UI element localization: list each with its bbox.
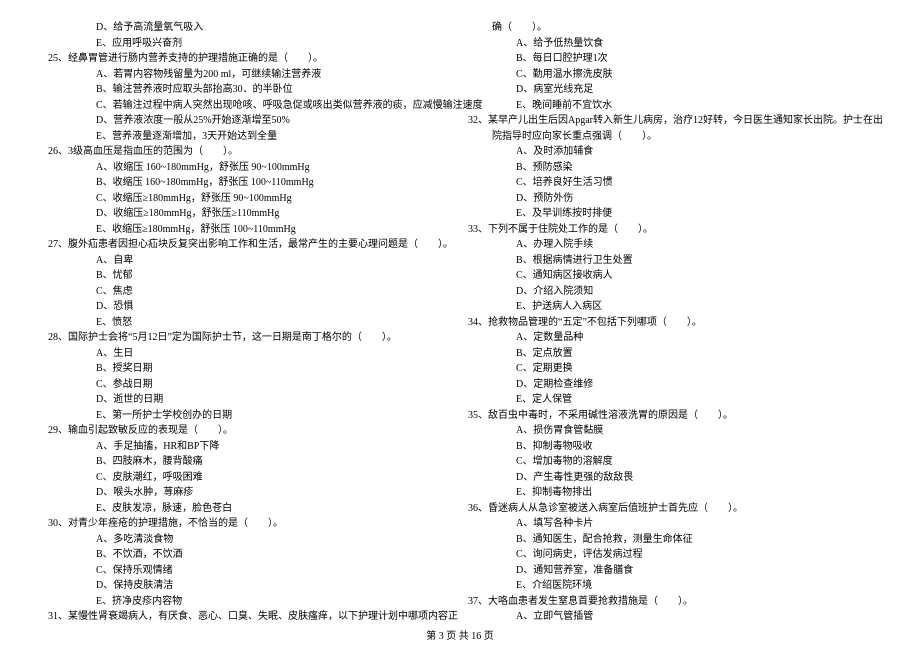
question-line: 31、某慢性肾衰竭病人，有厌食、恶心、口臭、失眠、皮肤瘙痒，以下护理计划中哪项内… [48, 609, 452, 625]
option-line: B、通知医生，配合抢救，测量生命体征 [468, 532, 872, 548]
option-line: E、挤净皮疹内容物 [48, 594, 452, 610]
page-footer: 第 3 页 共 16 页 [0, 627, 920, 642]
option-line: A、立即气管插管 [468, 609, 872, 625]
option-line: C、收缩压≥180mmHg，舒张压 90~100mmHg [48, 191, 452, 207]
option-line: D、预防外伤 [468, 191, 872, 207]
question-line: 30、对青少年痤疮的护理措施，不恰当的是（ ）。 [48, 516, 452, 532]
option-line: D、喉头水肿，荨麻疹 [48, 485, 452, 501]
option-line: E、抑制毒物排出 [468, 485, 872, 501]
option-line: D、病室光线充足 [468, 82, 872, 98]
option-line: B、收缩压 160~180mmHg，舒张压 100~110mmHg [48, 175, 452, 191]
question-line: 29、输血引起致敏反应的表现是（ ）。 [48, 423, 452, 439]
option-line: A、收缩压 160~180mmHg，舒张压 90~100mmHg [48, 160, 452, 176]
question-line: 36、昏迷病人从急诊室被送入病室后值班护士首先应（ ）。 [468, 501, 872, 517]
option-line: E、及早训练按时排便 [468, 206, 872, 222]
option-line: D、收缩压≥180mmHg，舒张压≥110mmHg [48, 206, 452, 222]
option-line: C、增加毒物的溶解度 [468, 454, 872, 470]
option-line: D、营养液浓度一般从25%开始逐渐增至50% [48, 113, 452, 129]
page-content: D、给予高流量氧气吸入E、应用呼吸兴奋剂25、经鼻胃管进行肠内营养支持的护理措施… [0, 0, 920, 620]
option-line: A、生日 [48, 346, 452, 362]
option-line: A、及时添加辅食 [468, 144, 872, 160]
option-line: B、授奖日期 [48, 361, 452, 377]
option-line: E、营养液量逐渐增加，3天开始达到全量 [48, 129, 452, 145]
question-line: 33、下列不属于住院处工作的是（ ）。 [468, 222, 872, 238]
option-line: A、自卑 [48, 253, 452, 269]
option-line: A、手足抽搐，HR和BP下降 [48, 439, 452, 455]
option-line: C、保持乐观情绪 [48, 563, 452, 579]
option-line: B、抑制毒物吸收 [468, 439, 872, 455]
option-line: A、填写各种卡片 [468, 516, 872, 532]
left-column: D、给予高流量氧气吸入E、应用呼吸兴奋剂25、经鼻胃管进行肠内营养支持的护理措施… [40, 20, 460, 590]
option-line: B、每日口腔护理1次 [468, 51, 872, 67]
option-line: E、皮肤发凉，脉速，脸色苍白 [48, 501, 452, 517]
option-line: B、定点放置 [468, 346, 872, 362]
option-line: C、通知病区接收病人 [468, 268, 872, 284]
question-line: 25、经鼻胃管进行肠内营养支持的护理措施正确的是（ ）。 [48, 51, 452, 67]
option-line: E、收缩压≥180mmHg，舒张压 100~110mmHg [48, 222, 452, 238]
option-line: E、愤怒 [48, 315, 452, 331]
option-line: B、忧郁 [48, 268, 452, 284]
option-line: B、根据病情进行卫生处置 [468, 253, 872, 269]
question-line: 37、大咯血患者发生窒息首要抢救措施是（ ）。 [468, 594, 872, 610]
option-line: D、逝世的日期 [48, 392, 452, 408]
option-line: D、恐惧 [48, 299, 452, 315]
text-line: 院指导时应向家长重点强调（ ）。 [468, 129, 872, 145]
option-line: E、应用呼吸兴奋剂 [48, 36, 452, 52]
question-line: 32、某早产儿出生后因Apgar转入新生儿病房，治疗12好转，今日医生通知家长出… [468, 113, 872, 129]
question-line: 35、敌百虫中毒时，不采用碱性溶液洗胃的原因是（ ）。 [468, 408, 872, 424]
option-line: E、第一所护士学校创办的日期 [48, 408, 452, 424]
option-line: C、焦虑 [48, 284, 452, 300]
option-line: C、询问病史，评估发病过程 [468, 547, 872, 563]
option-line: A、给予低热量饮食 [468, 36, 872, 52]
option-line: D、产生毒性更强的敌敌畏 [468, 470, 872, 486]
question-line: 26、3级高血压是指血压的范围为（ ）。 [48, 144, 452, 160]
option-line: D、定期检查维修 [468, 377, 872, 393]
option-line: D、通知营养室，准备膳食 [468, 563, 872, 579]
option-line: B、预防感染 [468, 160, 872, 176]
option-line: E、晚间睡前不宜饮水 [468, 98, 872, 114]
question-line: 27、腹外疝患者因担心疝块反复突出影响工作和生活，最常产生的主要心理问题是（ ）… [48, 237, 452, 253]
question-line: 28、国际护士会将“5月12日”定为国际护士节，这一日期是南丁格尔的（ ）。 [48, 330, 452, 346]
text-line: 确（ ）。 [468, 20, 872, 36]
option-line: D、保持皮肤清洁 [48, 578, 452, 594]
option-line: C、若输注过程中病人突然出现呛咳、呼吸急促或咳出类似营养液的痰，应减慢输注速度 [48, 98, 452, 114]
right-column: 确（ ）。A、给予低热量饮食B、每日口腔护理1次C、勤用温水擦洗皮肤D、病室光线… [460, 20, 880, 590]
option-line: A、定数量品种 [468, 330, 872, 346]
option-line: A、多吃清淡食物 [48, 532, 452, 548]
option-line: B、四肢麻木，腰背酸痛 [48, 454, 452, 470]
option-line: C、皮肤潮红，呼吸困难 [48, 470, 452, 486]
option-line: E、护送病人入病区 [468, 299, 872, 315]
option-line: C、定期更换 [468, 361, 872, 377]
option-line: A、损伤胃食管黏膜 [468, 423, 872, 439]
option-line: C、培养良好生活习惯 [468, 175, 872, 191]
option-line: E、介绍医院环境 [468, 578, 872, 594]
option-line: B、输注营养液时应取头部抬高30．的半卧位 [48, 82, 452, 98]
option-line: C、参战日期 [48, 377, 452, 393]
option-line: C、勤用温水擦洗皮肤 [468, 67, 872, 83]
option-line: D、介绍入院须知 [468, 284, 872, 300]
question-line: 34、抢救物品管理的“五定”不包括下列哪项（ ）。 [468, 315, 872, 331]
option-line: A、办理入院手续 [468, 237, 872, 253]
option-line: B、不饮酒，不饮酒 [48, 547, 452, 563]
option-line: A、若胃内容物残留量为200 ml，可继续输注营养液 [48, 67, 452, 83]
option-line: E、定人保管 [468, 392, 872, 408]
option-line: D、给予高流量氧气吸入 [48, 20, 452, 36]
